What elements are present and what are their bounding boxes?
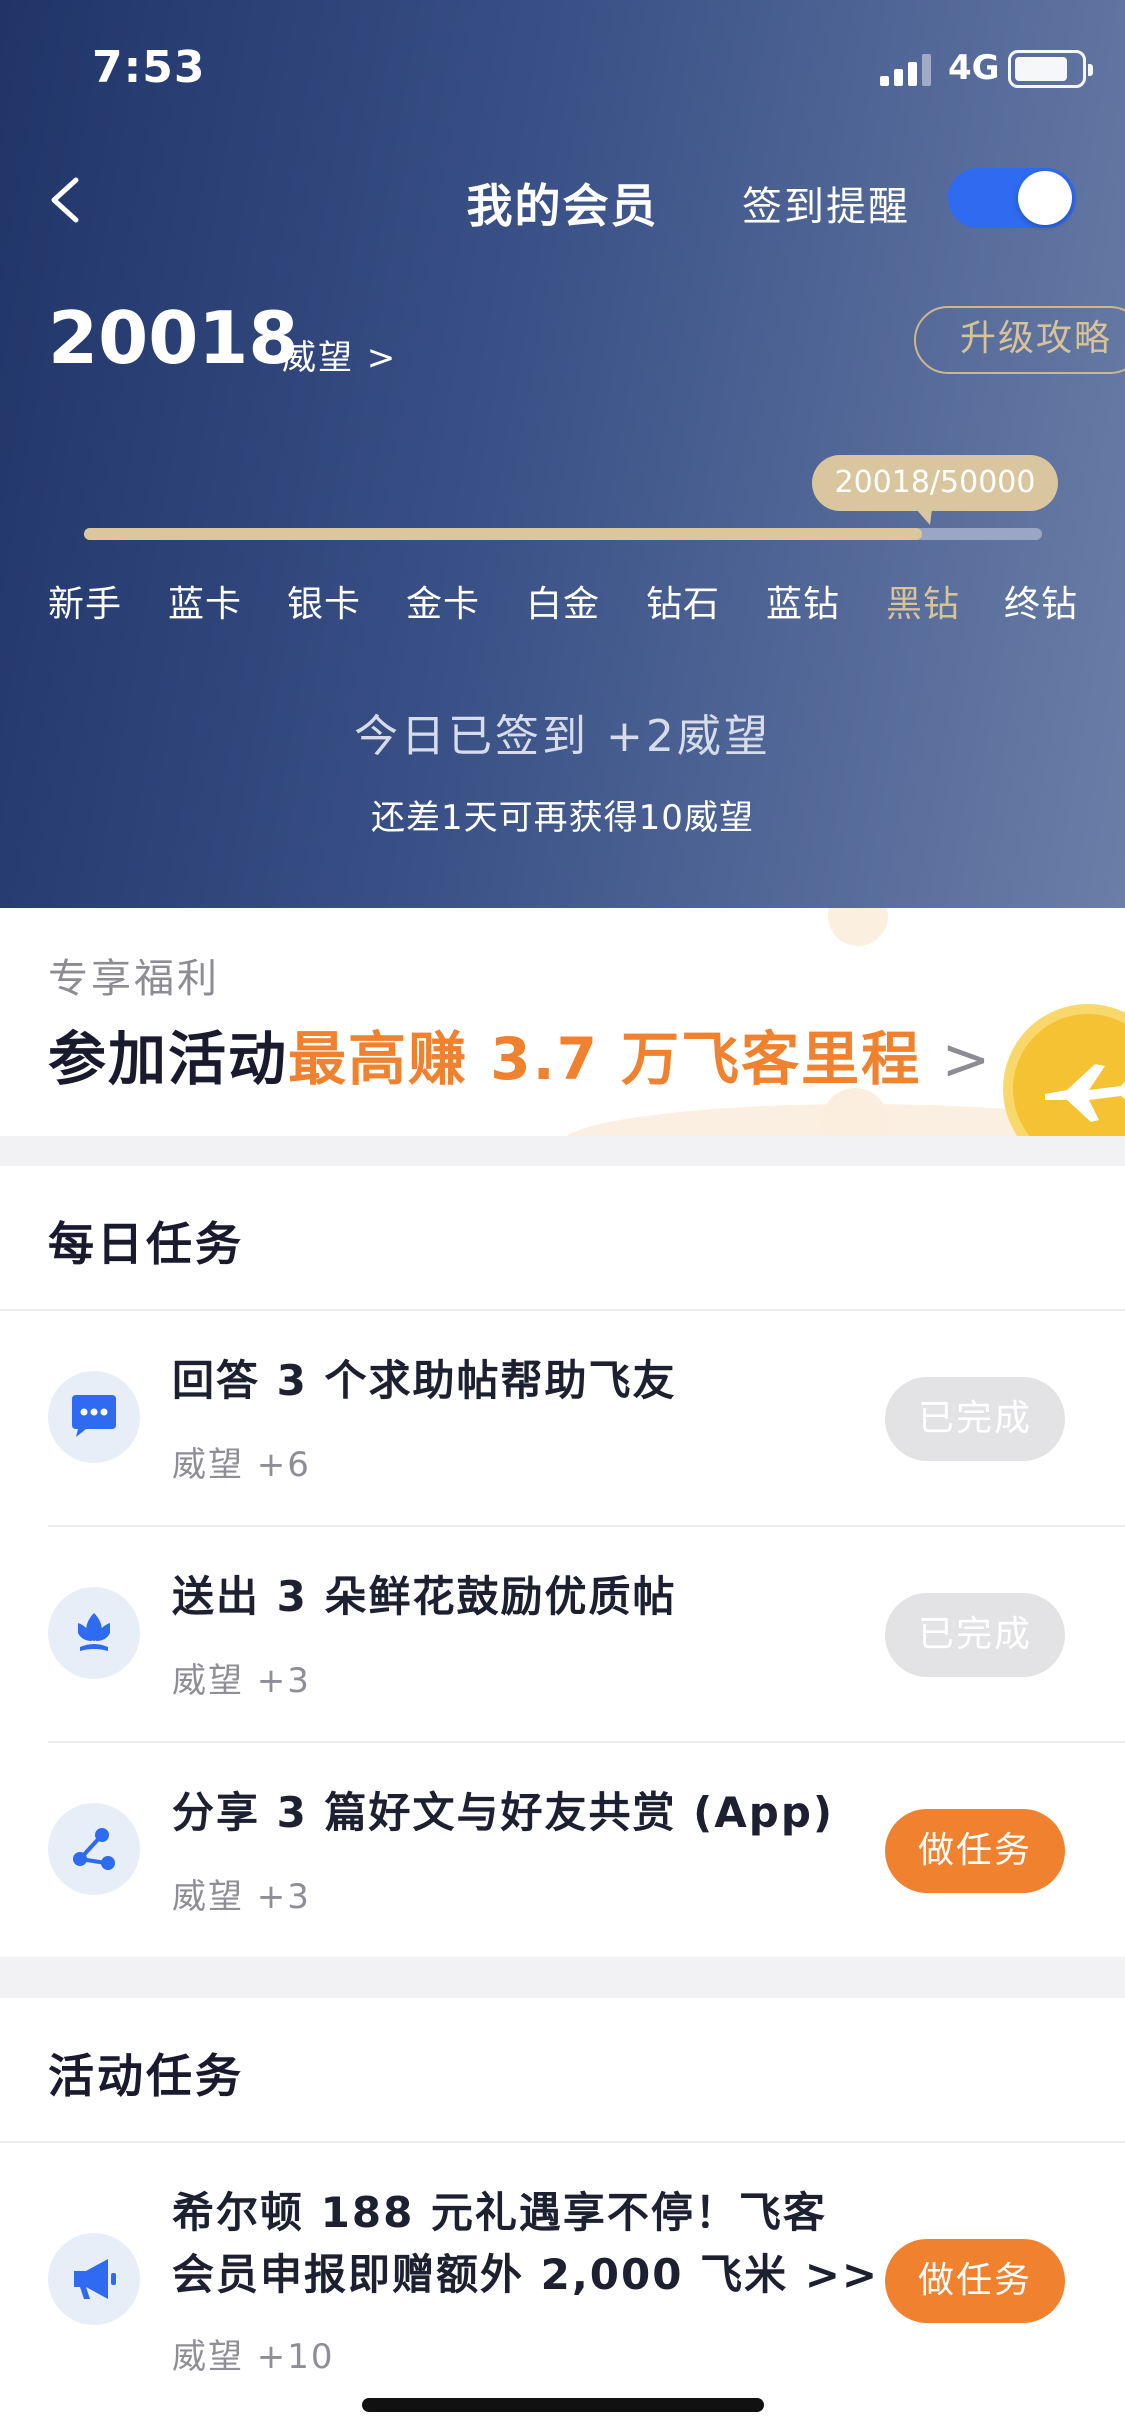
- level-list: 新手 蓝卡 银卡 金卡 白金 钻石 蓝钻 黑钻 终钻: [0, 575, 1125, 635]
- daily-tasks-section: 每日任务 回答 3 个求助帖帮助飞友 威望 +6 已完成 送出 3 朵鲜花鼓励优…: [0, 1166, 1125, 1957]
- task-title-line1: 希尔顿 188 元礼遇享不停！飞客: [172, 2188, 827, 2237]
- level-label: 白金: [526, 584, 601, 625]
- chat-bubble-icon: [48, 1371, 140, 1463]
- battery-icon: [1008, 50, 1093, 88]
- level-label: 蓝钻: [766, 584, 841, 625]
- streak-hint: 还差1天可再获得10威望: [371, 798, 754, 838]
- task-title-line2: 会员申报即赠额外 2,000 飞米 >>: [172, 2250, 880, 2299]
- sign-reminder-label: 签到提醒: [742, 184, 910, 230]
- do-task-button[interactable]: 做任务: [885, 1809, 1065, 1893]
- task-item: 送出 3 朵鲜花鼓励优质帖 威望 +3 已完成: [0, 1527, 1125, 1743]
- level-label: 金卡: [406, 584, 481, 625]
- section-title: 活动任务: [48, 2049, 244, 2103]
- task-item: 分享 3 篇好文与好友共赏 (App) 威望 +3 做任务: [0, 1743, 1125, 1959]
- level-label: 钻石: [646, 584, 721, 625]
- benefit-banner[interactable]: 专享福利 参加活动最高赚 3.7 万飞客里程 >: [0, 908, 1125, 1136]
- task-title: 送出 3 朵鲜花鼓励优质帖: [172, 1572, 677, 1621]
- benefit-label: 专享福利: [48, 956, 220, 1002]
- benefit-prefix: 参加活动: [48, 1025, 289, 1093]
- level-progress-fill: [84, 528, 923, 540]
- points-value: 20018: [48, 296, 299, 380]
- task-reward: 威望 +6: [172, 1445, 311, 1485]
- member-header: 7:53 4G 我的会员 签到提醒 20018 威望 > 升级攻略 20018/…: [0, 0, 1125, 908]
- benefit-headline[interactable]: 参加活动最高赚 3.7 万飞客里程 >: [48, 1012, 992, 1096]
- points-unit-link[interactable]: 威望 >: [282, 330, 397, 379]
- status-time: 7:53: [92, 42, 206, 93]
- level-label: 黑钻: [886, 584, 961, 625]
- benefit-highlight: 最高赚 3.7 万飞客里程: [288, 1025, 922, 1093]
- nav-bar: 我的会员 签到提醒: [0, 150, 1125, 250]
- level-progress-bar: [84, 528, 1042, 540]
- signal-icon: [880, 54, 931, 86]
- level-label: 蓝卡: [168, 584, 243, 625]
- task-done-button[interactable]: 已完成: [885, 1593, 1065, 1677]
- activity-tasks-section: 活动任务 希尔顿 188 元礼遇享不停！飞客 会员申报即赠额外 2,000 飞米…: [0, 1998, 1125, 2436]
- task-reward: 威望 +3: [172, 1661, 311, 1701]
- benefit-arrow: >: [921, 1025, 993, 1093]
- section-title: 每日任务: [48, 1217, 244, 1271]
- task-item: 回答 3 个求助帖帮助飞友 威望 +6 已完成: [0, 1311, 1125, 1527]
- level-label: 终钻: [1004, 584, 1079, 625]
- status-bar: 7:53 4G: [0, 0, 1125, 140]
- level-label: 银卡: [287, 584, 362, 625]
- sign-reminder-toggle[interactable]: [948, 168, 1076, 228]
- task-title: 分享 3 篇好文与好友共赏 (App): [172, 1788, 835, 1837]
- task-title: 回答 3 个求助帖帮助飞友: [172, 1356, 677, 1405]
- progress-bubble: 20018/50000: [812, 455, 1058, 525]
- home-indicator[interactable]: [362, 2398, 764, 2412]
- task-reward: 威望 +3: [172, 1877, 311, 1917]
- share-icon: [48, 1803, 140, 1895]
- network-type: 4G: [948, 48, 1000, 88]
- flower-icon: [48, 1587, 140, 1679]
- task-reward: 威望 +10: [172, 2337, 335, 2377]
- megaphone-icon: [48, 2233, 140, 2325]
- signed-status: 今日已签到 +2威望: [354, 711, 771, 762]
- level-label: 新手: [48, 584, 123, 625]
- task-done-button[interactable]: 已完成: [885, 1377, 1065, 1461]
- do-task-button[interactable]: 做任务: [885, 2239, 1065, 2323]
- upgrade-guide-button[interactable]: 升级攻略: [914, 306, 1125, 374]
- task-item: 希尔顿 188 元礼遇享不停！飞客 会员申报即赠额外 2,000 飞米 >> 威…: [0, 2143, 1125, 2403]
- airplane-coin-icon: [1003, 1004, 1125, 1136]
- member-page: 7:53 4G 我的会员 签到提醒 20018 威望 > 升级攻略 20018/…: [0, 0, 1125, 2436]
